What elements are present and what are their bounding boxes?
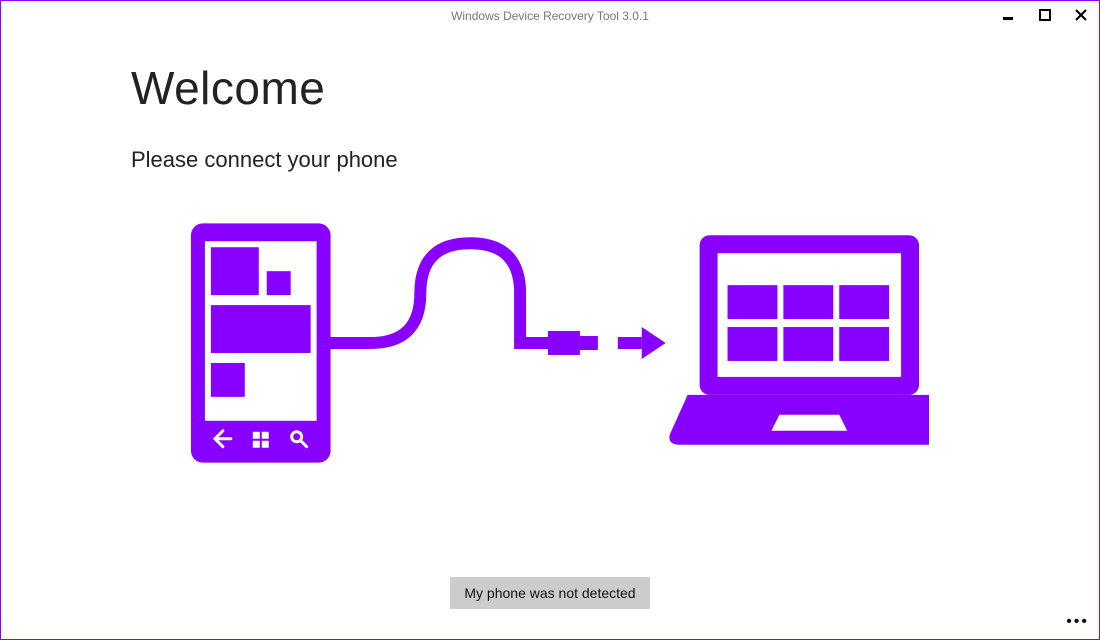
maximize-button[interactable] — [1033, 5, 1057, 25]
illustration — [131, 213, 969, 473]
close-icon — [1075, 9, 1087, 21]
page-title: Welcome — [131, 61, 969, 115]
page-subtitle: Please connect your phone — [131, 147, 969, 173]
titlebar: Windows Device Recovery Tool 3.0.1 — [1, 1, 1099, 31]
minimize-button[interactable] — [997, 5, 1021, 25]
maximize-icon — [1039, 9, 1051, 21]
main-content: Welcome Please connect your phone — [1, 31, 1099, 473]
not-detected-button[interactable]: My phone was not detected — [450, 577, 649, 609]
connect-phone-illustration-icon — [171, 213, 929, 473]
more-button[interactable]: ••• — [1066, 613, 1089, 631]
window-title: Windows Device Recovery Tool 3.0.1 — [451, 9, 649, 23]
minimize-icon — [1003, 9, 1015, 21]
close-button[interactable] — [1069, 5, 1093, 25]
ellipsis-icon: ••• — [1066, 613, 1089, 630]
bottom-bar: My phone was not detected — [1, 577, 1099, 609]
